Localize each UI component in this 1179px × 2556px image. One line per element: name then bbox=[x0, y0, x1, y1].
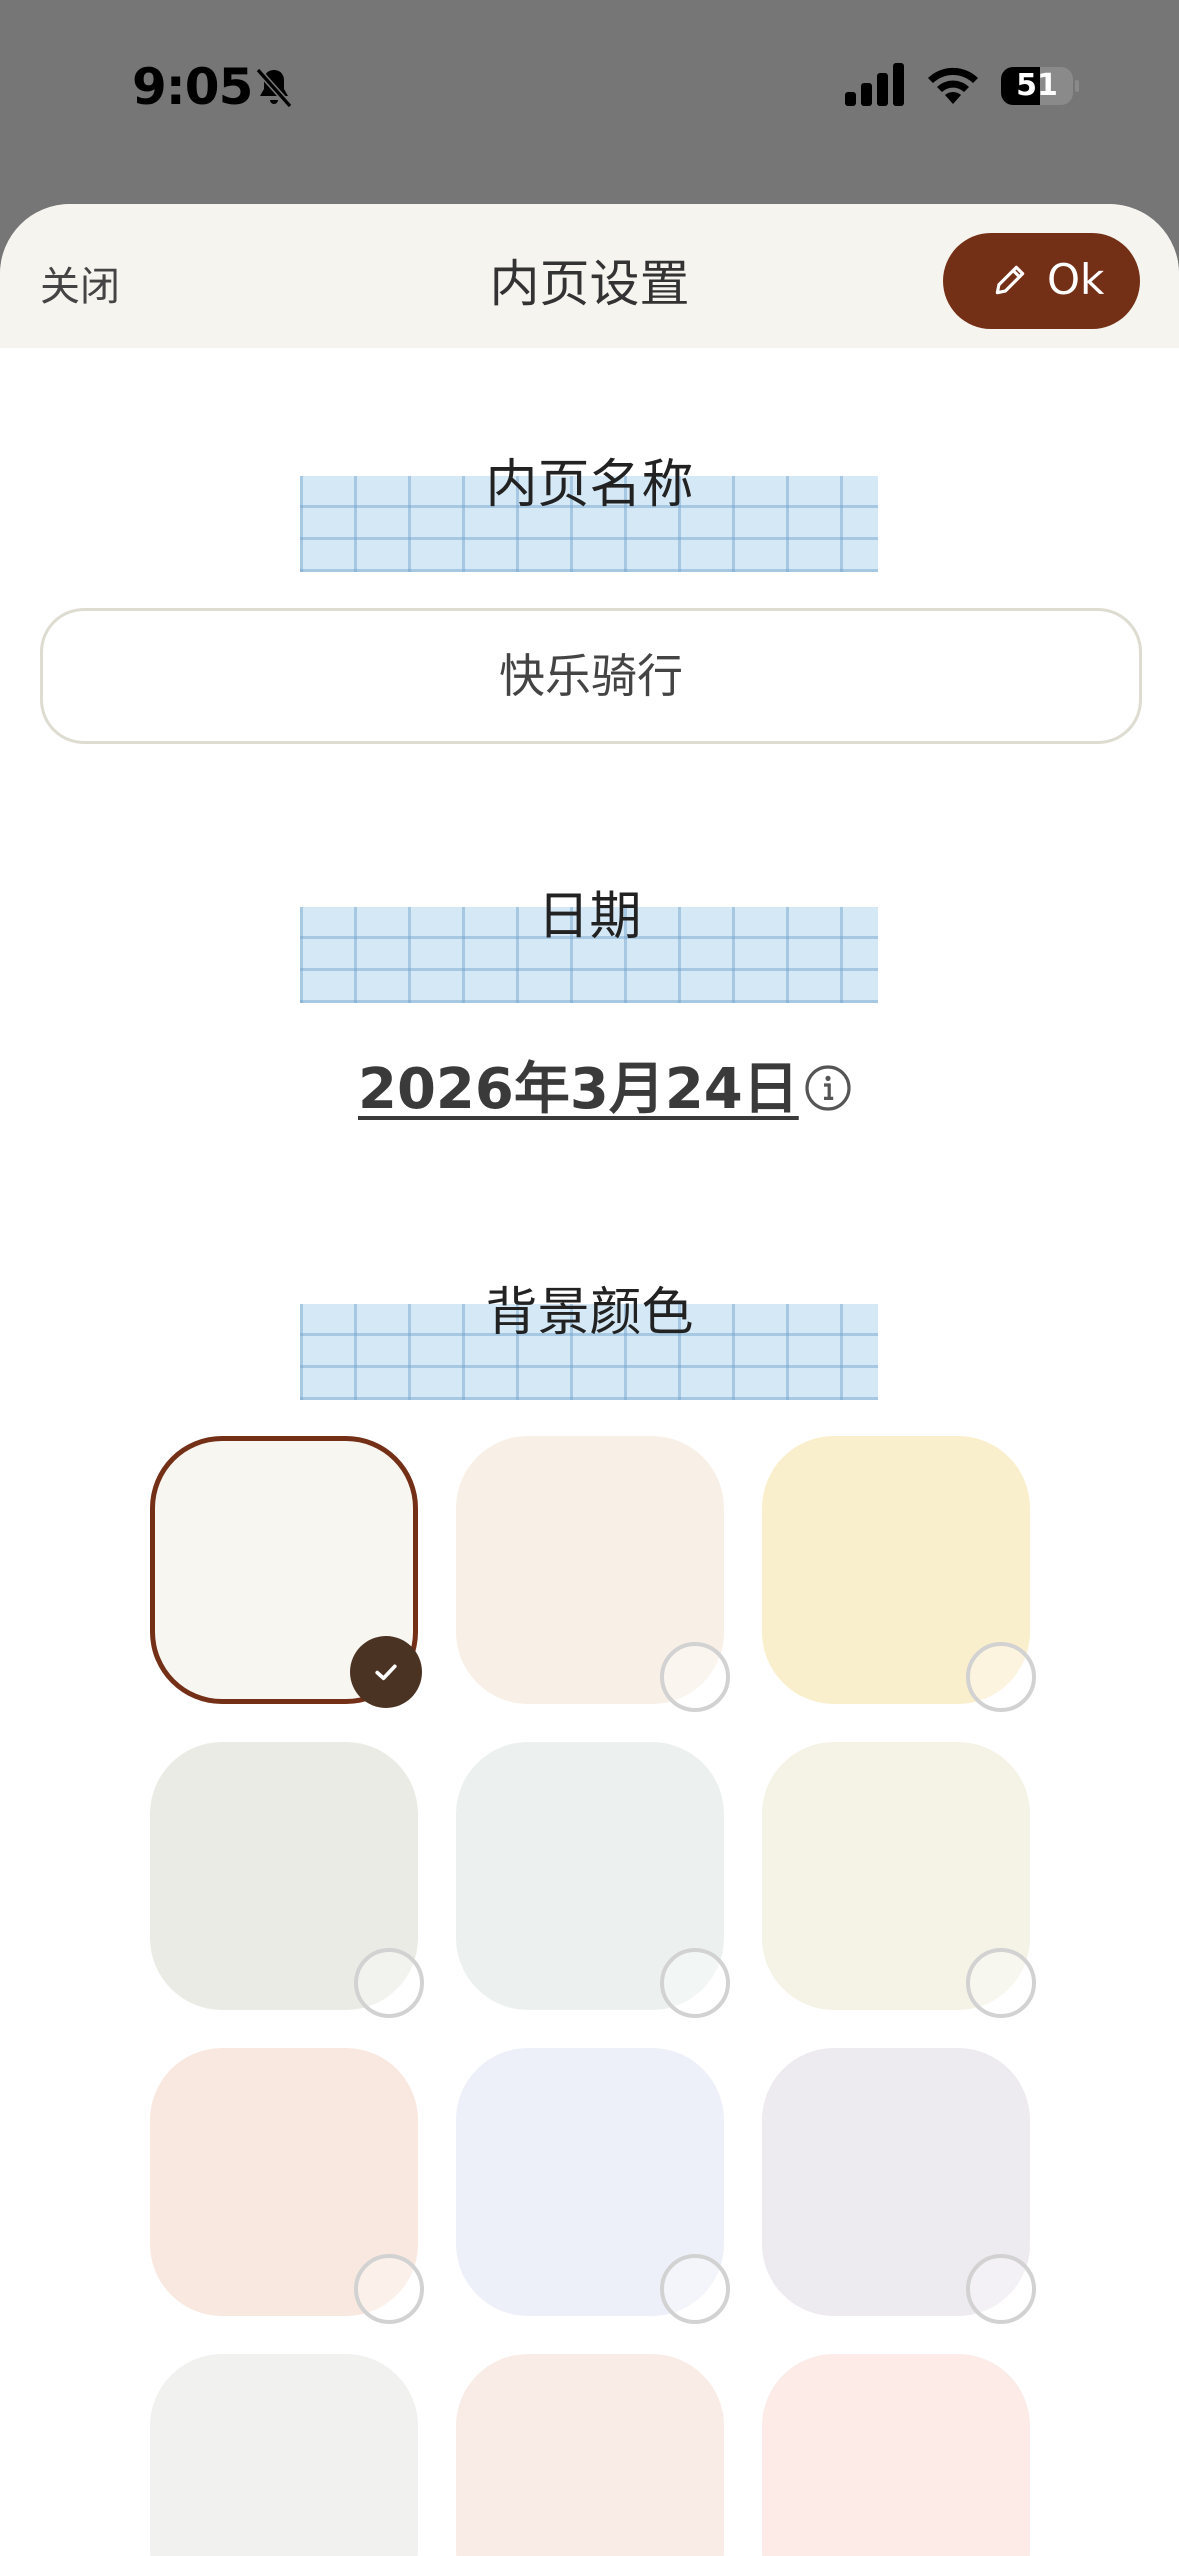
sheet-header: 关闭 内页设置 Ok bbox=[0, 204, 1179, 348]
date-label: 日期 bbox=[537, 887, 642, 947]
battery-icon: 51 bbox=[1000, 66, 1080, 106]
date-picker[interactable]: 2026年3月24日 bbox=[358, 1044, 799, 1125]
checkmark-icon bbox=[350, 1636, 422, 1708]
info-icon[interactable] bbox=[804, 1064, 852, 1112]
unselected-radio-circle bbox=[966, 1948, 1036, 2018]
color-swatch[interactable] bbox=[456, 2354, 724, 2556]
unselected-radio-circle bbox=[660, 2254, 730, 2324]
page-settings-sheet: 关闭 内页设置 Ok 内页名称 快乐骑行 日期 2026年3月24日 背景颜色 bbox=[0, 204, 1179, 2556]
color-swatch[interactable] bbox=[762, 2354, 1030, 2556]
battery-percentage: 51 bbox=[1016, 68, 1058, 103]
color-swatch[interactable] bbox=[150, 2354, 418, 2556]
unselected-radio-circle bbox=[966, 2254, 1036, 2324]
close-button[interactable]: 关闭 bbox=[40, 254, 120, 312]
cellular-signal-icon bbox=[845, 63, 904, 106]
unselected-radio-circle bbox=[966, 1642, 1036, 1712]
unselected-radio-circle bbox=[354, 1948, 424, 2018]
ok-button-label: Ok bbox=[1047, 255, 1105, 304]
page-name-input[interactable]: 快乐骑行 bbox=[40, 608, 1142, 744]
wifi-icon bbox=[928, 67, 978, 104]
bell-slash-icon bbox=[255, 67, 293, 109]
status-time: 9:05 bbox=[132, 58, 253, 116]
ok-button[interactable]: Ok bbox=[943, 233, 1140, 329]
pencil-icon bbox=[995, 265, 1025, 295]
unselected-radio-circle bbox=[354, 2254, 424, 2324]
background-color-label: 背景颜色 bbox=[485, 1283, 694, 1343]
unselected-radio-circle bbox=[660, 1948, 730, 2018]
status-bar: 9:05 51 bbox=[0, 0, 1179, 200]
page-name-label: 内页名称 bbox=[485, 455, 694, 515]
unselected-radio-circle bbox=[660, 1642, 730, 1712]
